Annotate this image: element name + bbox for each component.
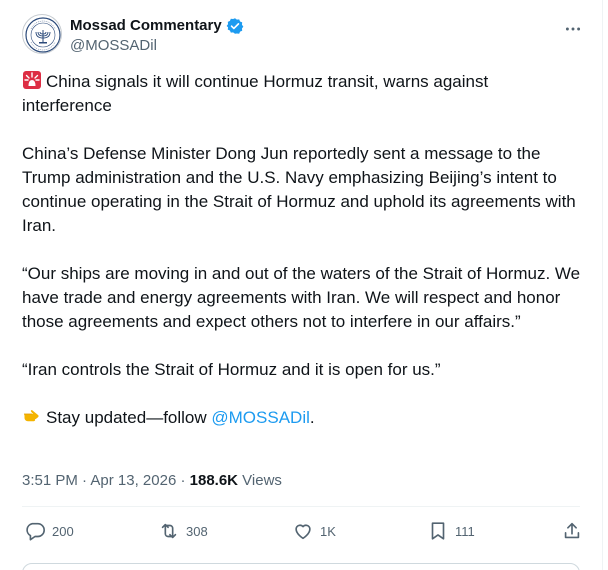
author-names: Mossad Commentary @MOSSADil [70,16,244,56]
share-icon [564,522,580,539]
views-count: 188.6K [189,472,239,489]
tweet-paragraph-text: China signals it will continue Hormuz tr… [22,72,493,115]
tweet-header: Mossad Commentary @MOSSADil [22,14,588,58]
tweet-meta: 3:51 PM · Apr 13, 2026 · 188.6K Views [22,471,282,491]
divider [22,506,580,507]
cta-text: Stay updated—follow [46,408,212,427]
display-name-row: Mossad Commentary [70,16,244,36]
meta-separator: · [176,472,190,489]
author-handle[interactable]: @MOSSADil [70,36,244,56]
display-name[interactable]: Mossad Commentary [70,16,222,36]
pointing-right-icon [24,410,39,422]
tweet-text: China signals it will continue Hormuz tr… [22,70,582,430]
more-options-icon[interactable] [562,18,584,40]
views-label: Views [238,472,282,489]
verified-badge-icon[interactable] [226,17,244,35]
like-button[interactable]: 1K [292,520,336,542]
reply-composer[interactable] [22,563,580,570]
reply-button[interactable]: 200 [24,520,74,542]
mossad-emblem-icon [25,17,61,53]
reply-count: 200 [52,523,74,539]
mention-link[interactable]: @MOSSADil [211,408,310,427]
tweet-paragraph: “Iran controls the Strait of Hormuz and … [22,360,441,379]
share-button[interactable] [561,520,583,542]
rotating-light-icon [23,71,41,89]
cta-suffix: . [309,408,315,427]
reply-icon [26,522,45,541]
action-bar: 200 308 1K 111 [22,516,580,548]
meta-separator: · [77,472,91,489]
tweet-time[interactable]: 3:51 PM [22,472,78,489]
tweet-paragraph: China’s Defense Minister Dong Jun report… [22,144,581,235]
like-count: 1K [320,523,336,539]
tweet-cta: Stay updated—follow @MOSSADil. [22,406,582,430]
repost-icon [161,523,177,539]
bookmark-count: 111 [455,523,475,539]
heart-icon [295,524,311,540]
bookmark-button[interactable]: 111 [427,520,475,542]
bookmark-icon [431,522,445,540]
tweet-paragraph: “Our ships are moving in and out of the … [22,264,585,331]
tweet-paragraph: China signals it will continue Hormuz tr… [22,70,582,118]
repost-count: 308 [186,523,208,539]
tweet-card: Mossad Commentary @MOSSADil China signal… [0,0,603,570]
avatar[interactable] [22,14,62,54]
repost-button[interactable]: 308 [158,520,208,542]
tweet-date[interactable]: Apr 13, 2026 [90,472,176,489]
